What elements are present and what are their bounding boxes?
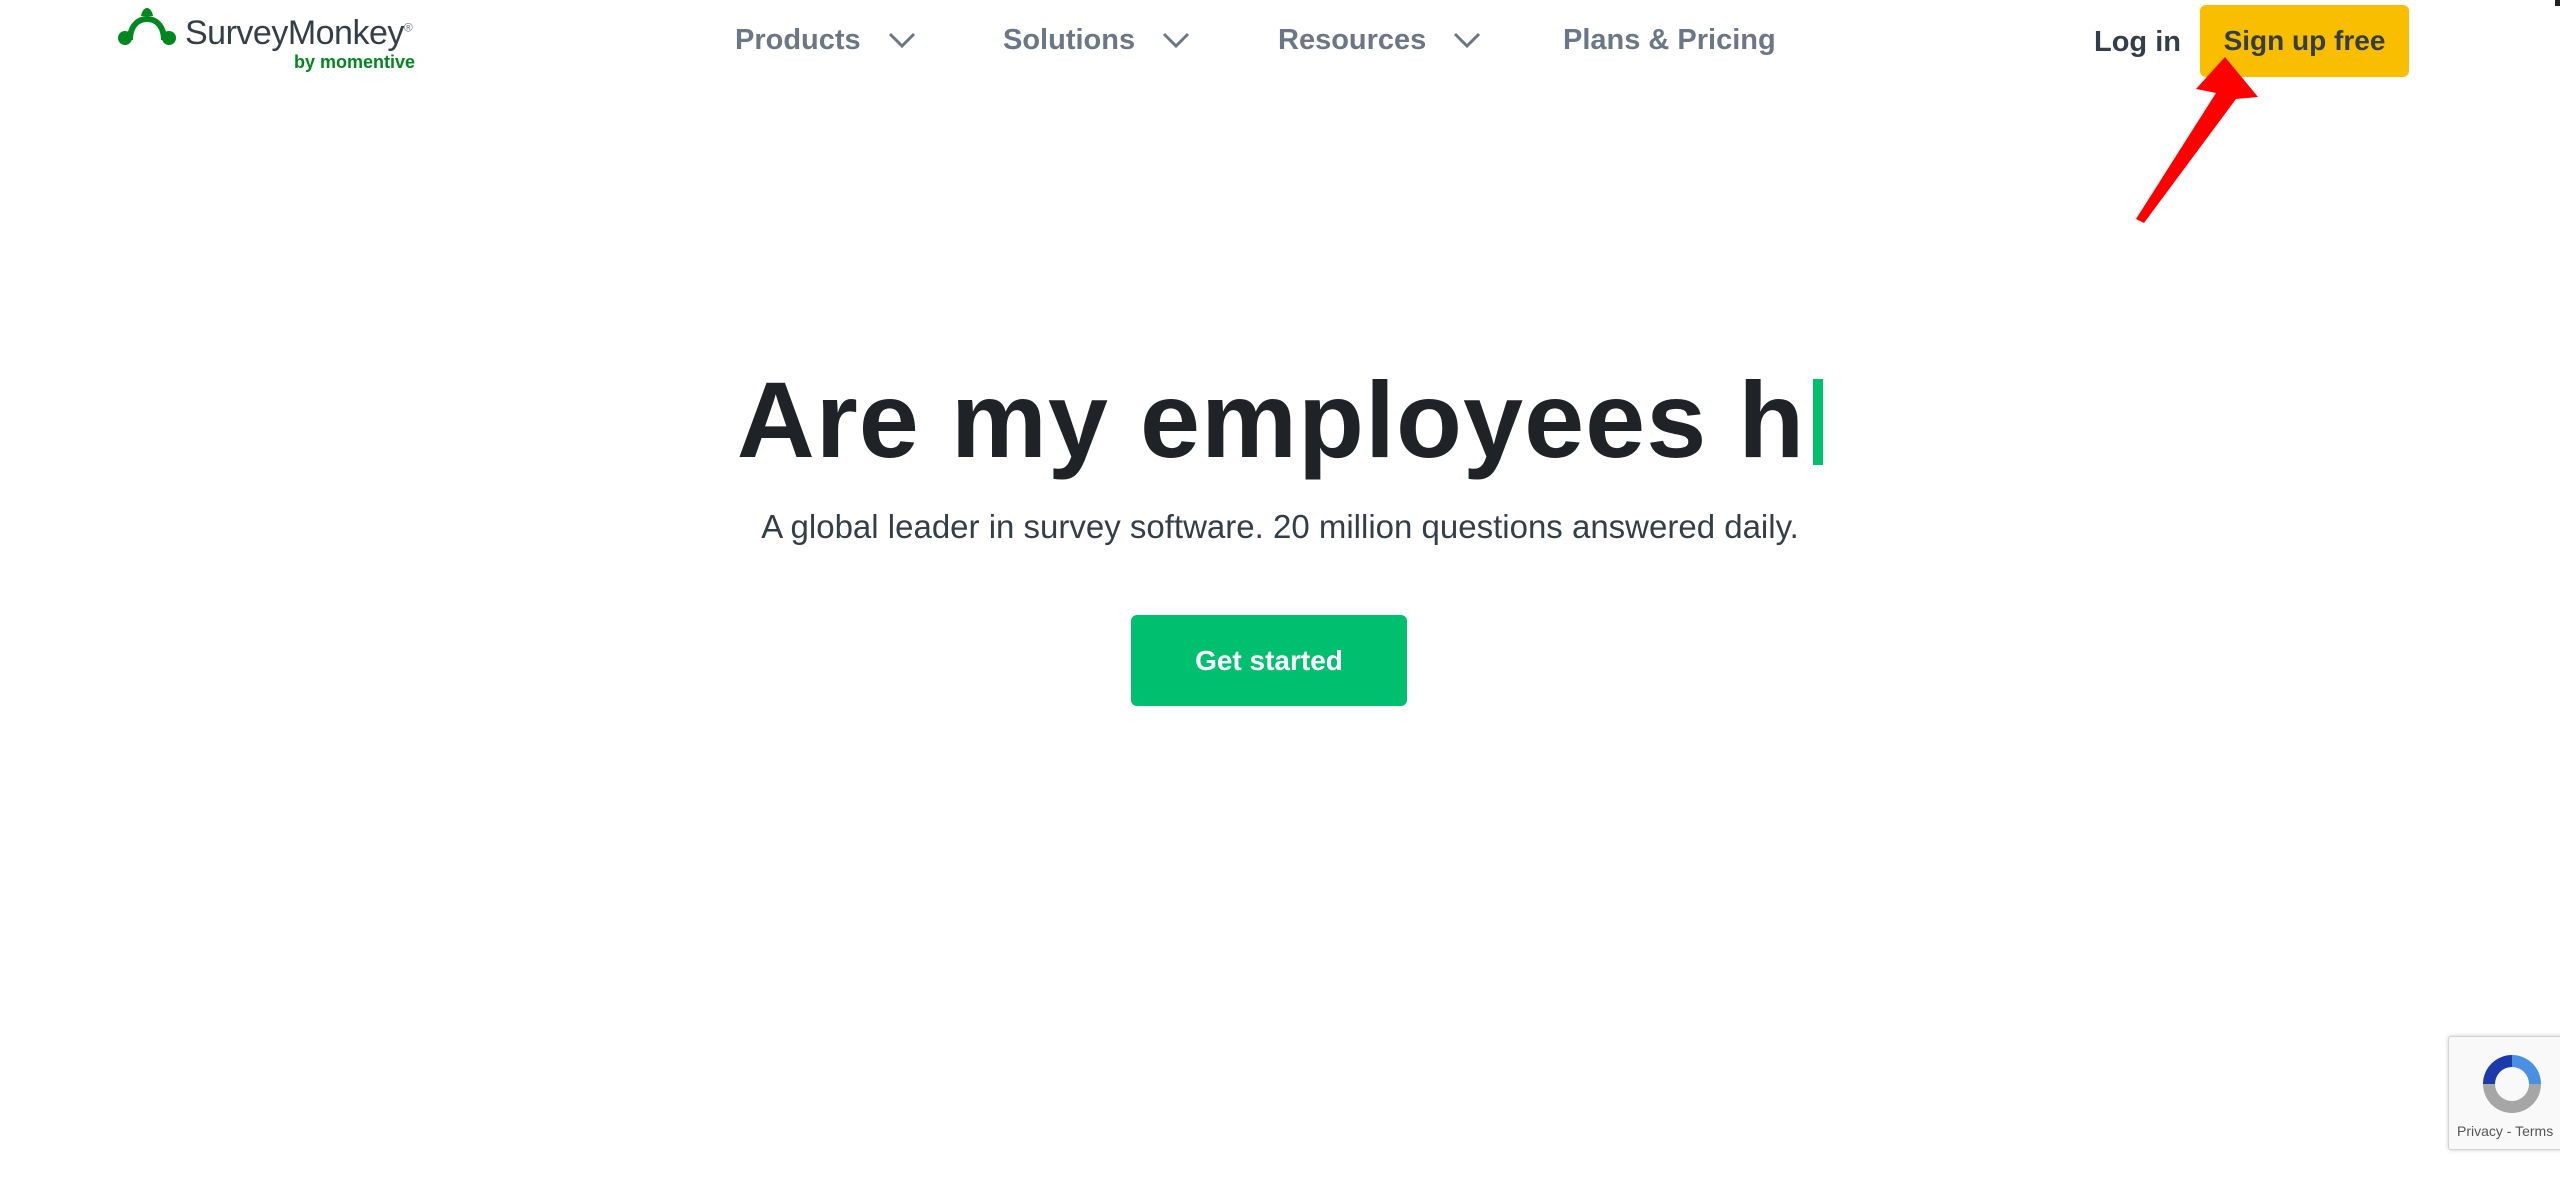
chevron-down-icon xyxy=(888,32,915,49)
edge-mark xyxy=(2555,0,2560,6)
page: SurveyMonkey® by momentive Products Solu… xyxy=(0,0,2560,1182)
nav-solutions[interactable]: Solutions xyxy=(1003,20,1191,60)
nav-products-label: Products xyxy=(735,23,861,56)
nav-plans-pricing-label: Plans & Pricing xyxy=(1563,23,1776,56)
red-arrow-icon xyxy=(2136,57,2258,223)
surveymonkey-logo[interactable]: SurveyMonkey® by momentive xyxy=(115,6,425,76)
monkey-logo-icon xyxy=(118,8,176,45)
recaptcha-badge[interactable]: Privacy - Terms xyxy=(2448,1036,2560,1150)
logo-wordmark: SurveyMonkey® xyxy=(185,14,413,52)
chevron-down-icon xyxy=(1454,32,1481,49)
nav-plans-pricing[interactable]: Plans & Pricing xyxy=(1563,20,1776,60)
hero-subtitle: A global leader in survey software. 20 m… xyxy=(761,508,1799,545)
typing-caret xyxy=(1813,379,1824,465)
get-started-button[interactable]: Get started xyxy=(1131,615,1407,706)
hero-title-text: Are my employees h xyxy=(736,359,1806,480)
nav-resources-label: Resources xyxy=(1278,23,1427,56)
recaptcha-links[interactable]: Privacy - Terms xyxy=(2457,1123,2553,1139)
logo-byline: by momentive xyxy=(294,52,416,72)
hero-title: Are my employees h xyxy=(0,355,2560,485)
chevron-down-icon xyxy=(1163,32,1190,49)
nav-products[interactable]: Products xyxy=(735,20,917,60)
recaptcha-logo-icon xyxy=(2483,1055,2541,1113)
nav-solutions-label: Solutions xyxy=(1003,23,1136,56)
nav-resources[interactable]: Resources xyxy=(1278,20,1482,60)
